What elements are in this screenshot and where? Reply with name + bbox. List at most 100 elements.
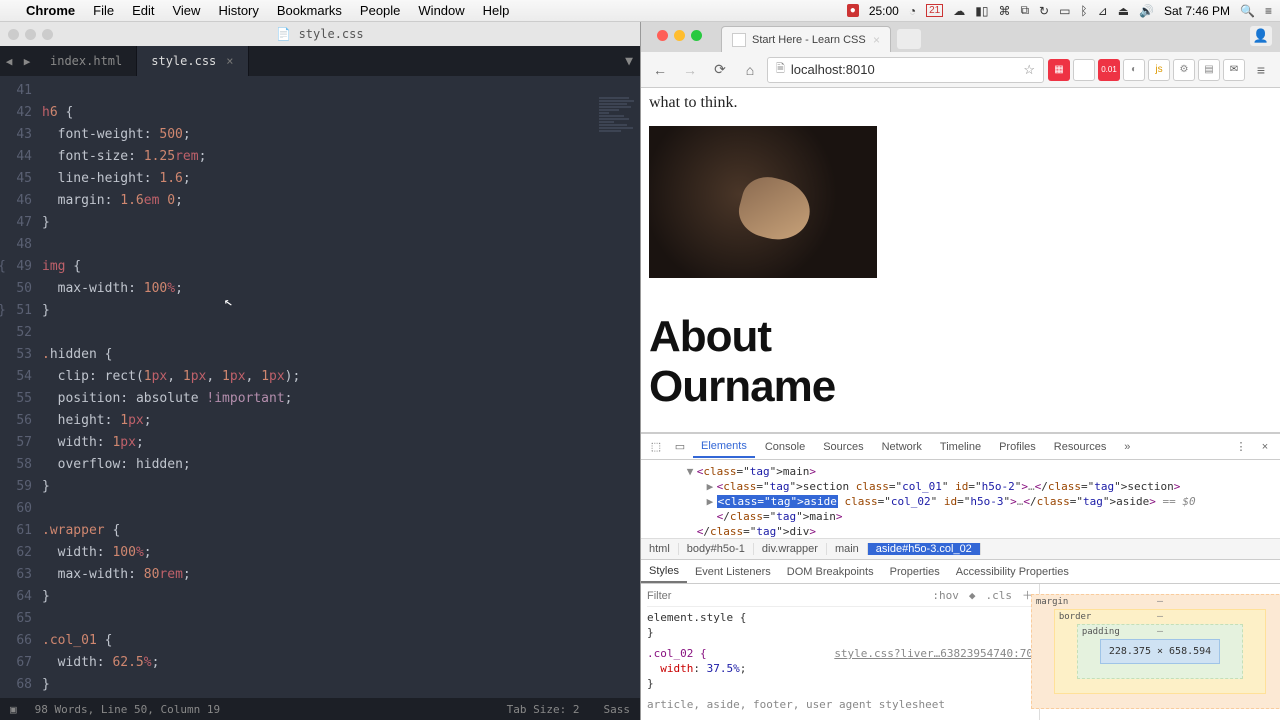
site-info-icon[interactable]: 🗎 [776,60,785,79]
battery-icon[interactable]: ▮▯ [975,4,988,18]
devtools-tabs: ⬚ ▭ Elements Console Sources Network Tim… [641,434,1280,460]
styles-tab-listeners[interactable]: Event Listeners [687,562,779,582]
dropbox-icon[interactable]: ⧉ [1020,3,1029,18]
chrome-tabstrip: Start Here - Learn CSS × 👤 [641,22,1280,52]
status-language[interactable]: Sass [604,703,631,716]
close-tab-icon[interactable]: × [873,33,880,47]
devtools-css-rules[interactable]: :hov ◆ .cls ＋ element.style { } .col_02 … [641,584,1040,720]
bluetooth-icon[interactable]: ᛒ [1080,4,1087,18]
chrome-tab[interactable]: Start Here - Learn CSS × [721,26,891,52]
page-heading: AboutOurname [649,312,1272,412]
devtools-dom-tree[interactable]: ▼<class="tag">main> ▶<class="tag">sectio… [641,460,1280,538]
styles-filter-input[interactable] [647,590,932,602]
wifi-icon[interactable]: ⊿ [1098,4,1108,18]
chrome-menu-button[interactable]: ≡ [1248,57,1274,83]
clover-icon[interactable]: ⌘ [998,4,1010,18]
hov-toggle[interactable]: :hov [932,588,959,603]
page-paragraph: what to think. [649,94,1272,112]
devtools-close-icon[interactable]: × [1254,441,1276,453]
menu-window[interactable]: Window [418,3,464,18]
status-console-icon[interactable]: ▣ [10,703,17,716]
tab-nav-back-icon[interactable]: ◀ [0,46,18,76]
styles-tab-properties[interactable]: Properties [882,562,948,582]
styles-tab-accessibility[interactable]: Accessibility Properties [948,562,1077,582]
breadcrumb-item[interactable]: html [641,543,679,555]
ext-js-icon[interactable]: js [1148,59,1170,81]
ext-mail-icon[interactable]: ✉ [1223,59,1245,81]
devtools-menu-icon[interactable]: ⋮ [1230,440,1252,453]
editor-tab-index[interactable]: index.html [36,46,137,76]
pomodoro-icon[interactable]: ◔ [909,4,916,18]
editor-body[interactable]: 4142434445464748495051525354555657585960… [0,76,640,698]
new-tab-button[interactable] [897,29,921,49]
tab-nav-forward-icon[interactable]: ▶ [18,46,36,76]
page-viewport[interactable]: what to think. AboutOurname ⬚ ▭ Elements… [641,88,1280,720]
devtools-tab-sources[interactable]: Sources [815,437,871,457]
display-icon[interactable]: ▭ [1059,4,1070,18]
styles-tab-styles[interactable]: Styles [641,561,687,583]
devtools-panel: ⬚ ▭ Elements Console Sources Network Tim… [641,432,1280,720]
nav-forward-button[interactable]: → [677,57,703,83]
chrome-toolbar: ← → ⟳ ⌂ 🗎 localhost:8010 ☆ ▦ ✎ 0.01 ◐ js… [641,52,1280,88]
devtools-tab-timeline[interactable]: Timeline [932,437,989,457]
chrome-profile-button[interactable]: 👤 [1250,26,1272,46]
editor-tab-overflow-icon[interactable]: ▼ [618,46,640,76]
ext-icon-4[interactable]: ◐ [1123,59,1145,81]
pin-icon[interactable]: ◆ [969,588,976,603]
devtools-tab-elements[interactable]: Elements [693,436,755,458]
cloud-icon[interactable]: ☁ [953,4,965,18]
notifications-icon[interactable]: ≡ [1265,4,1272,18]
page-image [649,126,877,278]
menu-view[interactable]: View [172,3,200,18]
bookmark-star-icon[interactable]: ☆ [1023,62,1035,78]
omnibox[interactable]: 🗎 localhost:8010 ☆ [767,57,1044,83]
menu-bookmarks[interactable]: Bookmarks [277,3,342,18]
sync-icon[interactable]: ↻ [1039,4,1049,18]
source-link[interactable]: style.css?liver…63823954740:70 [834,646,1033,661]
editor-traffic-lights[interactable] [0,29,53,40]
devtools-breadcrumb[interactable]: html body#h5o-1 div.wrapper main aside#h… [641,538,1280,560]
breadcrumb-item-selected[interactable]: aside#h5o-3.col_02 [868,543,981,555]
menu-history[interactable]: History [218,3,258,18]
menu-edit[interactable]: Edit [132,3,154,18]
breadcrumb-item[interactable]: body#h5o-1 [679,543,754,555]
menu-help[interactable]: Help [483,3,510,18]
spotlight-icon[interactable]: 🔍 [1240,4,1255,18]
eject-icon[interactable]: ⏏ [1118,4,1129,18]
editor-minimap[interactable] [595,76,640,698]
editor-tab-style[interactable]: style.css× [137,46,248,76]
menu-people[interactable]: People [360,3,400,18]
editor-tabs: ◀ ▶ index.html style.css× ▼ [0,46,640,76]
ext-gear-icon[interactable]: ⚙ [1173,59,1195,81]
breadcrumb-item[interactable]: main [827,543,868,555]
calendar-icon[interactable]: 21 [926,4,943,17]
favicon-icon [732,33,746,47]
clock[interactable]: Sat 7:46 PM [1164,4,1230,18]
inspect-element-icon[interactable]: ⬚ [645,440,667,453]
ext-icon-3[interactable]: 0.01 [1098,59,1120,81]
editor-code[interactable]: h6 { font-weight: 500; font-size: 1.25re… [42,76,640,698]
reload-button[interactable]: ⟳ [707,57,733,83]
status-tabsize[interactable]: Tab Size: 2 [507,703,580,716]
nav-back-button[interactable]: ← [647,57,673,83]
editor-window-title: 📄 style.css [276,27,363,41]
ext-icon-7[interactable]: ▤ [1198,59,1220,81]
device-toggle-icon[interactable]: ▭ [669,440,691,453]
home-button[interactable]: ⌂ [737,57,763,83]
styles-tab-breakpoints[interactable]: DOM Breakpoints [779,562,882,582]
close-tab-icon[interactable]: × [226,54,233,68]
volume-icon[interactable]: 🔊 [1139,4,1154,18]
breadcrumb-item[interactable]: div.wrapper [754,543,827,555]
chrome-traffic-lights[interactable] [649,30,702,41]
devtools-tab-network[interactable]: Network [874,437,930,457]
cls-toggle[interactable]: .cls [986,588,1013,603]
ext-icon-1[interactable]: ▦ [1048,59,1070,81]
devtools-tab-console[interactable]: Console [757,437,813,457]
devtools-overflow-icon[interactable]: » [1116,441,1138,453]
ext-eyedropper-icon[interactable]: ✎ [1073,59,1095,81]
devtools-tab-profiles[interactable]: Profiles [991,437,1044,457]
app-name[interactable]: Chrome [26,3,75,18]
devtools-tab-resources[interactable]: Resources [1046,437,1115,457]
menu-file[interactable]: File [93,3,114,18]
devtools-box-model[interactable]: margin – border – padding – 228.375 × 65… [1040,584,1280,720]
